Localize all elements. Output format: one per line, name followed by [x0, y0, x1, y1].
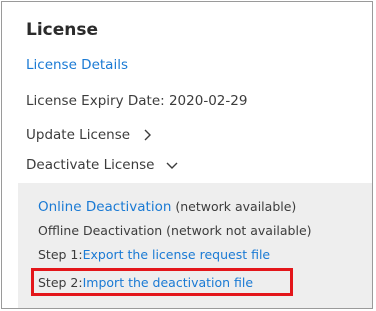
license-panel: License License Details License Expiry D… [1, 1, 373, 309]
export-license-request-link[interactable]: Export the license request file [83, 247, 271, 262]
step2-prefix: Step 2: [38, 275, 83, 290]
step1-prefix: Step 1: [38, 247, 83, 262]
page-title: License [26, 20, 99, 40]
deactivate-license-toggle[interactable]: Deactivate License [26, 154, 179, 176]
step2-row: Step 2:Import the deactivation file [38, 275, 253, 290]
import-deactivation-file-link[interactable]: Import the deactivation file [83, 275, 254, 290]
online-deactivation-note: (network available) [171, 199, 297, 214]
online-deactivation-link[interactable]: Online Deactivation [38, 199, 171, 215]
deactivate-license-label: Deactivate License [26, 157, 155, 173]
chevron-down-icon [166, 162, 177, 169]
license-details-link[interactable]: License Details [26, 57, 128, 73]
online-deactivation-row: Online Deactivation (network available) [38, 199, 296, 215]
step1-row: Step 1:Export the license request file [38, 247, 270, 262]
license-expiry-date: License Expiry Date: 2020-02-29 [26, 93, 248, 109]
offline-deactivation-text: Offline Deactivation (network not availa… [38, 223, 312, 238]
update-license-label: Update License [26, 127, 131, 143]
deactivation-options-panel: Online Deactivation (network available) … [18, 183, 372, 308]
update-license-toggle[interactable]: Update License [26, 124, 154, 146]
chevron-right-icon [144, 129, 152, 141]
